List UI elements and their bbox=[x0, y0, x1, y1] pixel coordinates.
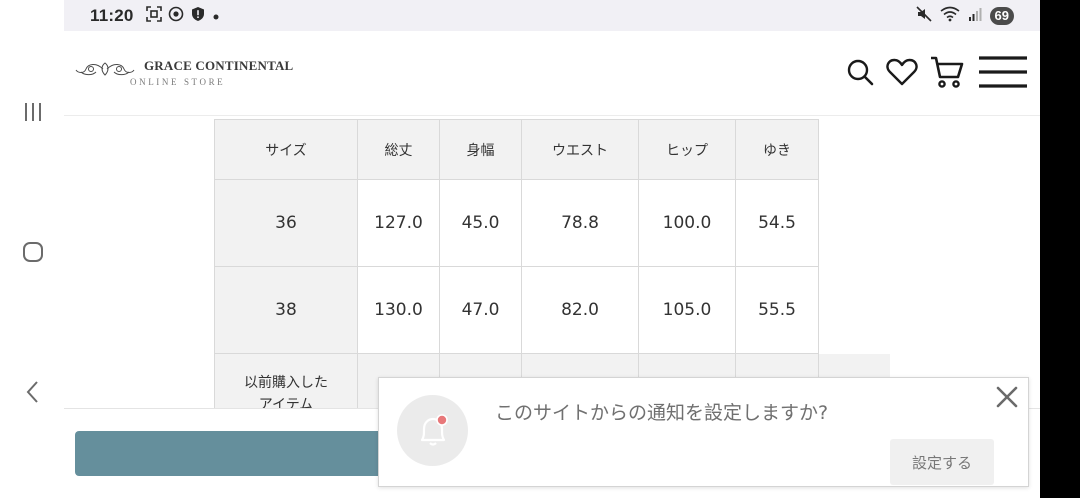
table-header-cell: 身幅 bbox=[439, 119, 522, 180]
home-icon[interactable] bbox=[18, 237, 48, 267]
status-system-icons: 69 bbox=[915, 0, 1014, 31]
table-header-cell: サイズ bbox=[214, 119, 358, 180]
table-cell: 54.5 bbox=[735, 179, 819, 267]
status-notification-icons bbox=[145, 5, 220, 26]
dot-icon bbox=[212, 6, 220, 25]
table-row: 38 130.0 47.0 82.0 105.0 55.5 bbox=[214, 266, 890, 354]
table-cell: 45.0 bbox=[439, 179, 522, 267]
table-cell: 100.0 bbox=[638, 179, 736, 267]
table-header-cell: ヒップ bbox=[638, 119, 736, 180]
header-actions bbox=[846, 55, 1028, 89]
signal-icon bbox=[968, 6, 982, 25]
table-cell: 55.5 bbox=[735, 266, 819, 354]
notification-prompt: このサイトからの通知を設定しますか? 設定する bbox=[378, 377, 1029, 487]
screen-edge bbox=[1040, 0, 1080, 498]
table-row-label: 38 bbox=[214, 266, 358, 354]
status-time: 11:20 bbox=[90, 5, 134, 25]
table-header-cell: ゆき bbox=[735, 119, 819, 180]
table-cell: 105.0 bbox=[638, 266, 736, 354]
table-cell: 130.0 bbox=[357, 266, 440, 354]
brand-subtitle: ONLINE STORE bbox=[130, 77, 226, 87]
table-row-label: 36 bbox=[214, 179, 358, 267]
shield-alert-icon bbox=[190, 6, 206, 26]
heart-icon[interactable] bbox=[886, 58, 918, 86]
notification-message: このサイトからの通知を設定しますか? bbox=[495, 402, 829, 424]
enable-notifications-button[interactable]: 設定する bbox=[890, 439, 994, 485]
recent-apps-icon[interactable] bbox=[18, 97, 48, 127]
cart-icon[interactable] bbox=[930, 55, 964, 89]
wifi-icon bbox=[940, 6, 960, 26]
table-header-cell: 総丈 bbox=[357, 119, 440, 180]
brand-name: GRACE CONTINENTAL bbox=[144, 58, 294, 73]
close-icon[interactable] bbox=[994, 384, 1020, 410]
screen: 11:20 69 GRACE CONTINENTAL ONLINE STORE … bbox=[0, 0, 1080, 498]
site-header: GRACE CONTINENTAL ONLINE STORE bbox=[64, 31, 1040, 116]
battery-indicator: 69 bbox=[989, 6, 1014, 25]
table-cell: 47.0 bbox=[439, 266, 522, 354]
table-header-row: サイズ 総丈 身幅 ウエスト ヒップ ゆき bbox=[214, 119, 890, 180]
notification-bell bbox=[397, 395, 468, 466]
table-header-cell: ウエスト bbox=[521, 119, 639, 180]
screenshot-icon bbox=[145, 5, 162, 26]
table-cell: 82.0 bbox=[521, 266, 639, 354]
status-bar: 11:20 69 bbox=[64, 0, 1040, 31]
menu-icon[interactable] bbox=[978, 55, 1028, 89]
table-cell: 127.0 bbox=[357, 179, 440, 267]
system-nav-rail bbox=[0, 0, 64, 498]
logo-ornament-icon bbox=[75, 62, 135, 76]
back-icon[interactable] bbox=[18, 377, 48, 407]
mute-icon bbox=[915, 5, 932, 26]
logo-text: GRACE CONTINENTAL ONLINE STORE bbox=[130, 58, 294, 87]
bell-icon bbox=[420, 413, 448, 446]
site-logo[interactable]: GRACE CONTINENTAL ONLINE STORE bbox=[74, 58, 293, 87]
table-cell: 78.8 bbox=[521, 179, 639, 267]
search-icon[interactable] bbox=[846, 58, 874, 86]
chrome-icon bbox=[168, 6, 184, 26]
table-row: 36 127.0 45.0 78.8 100.0 54.5 bbox=[214, 179, 890, 267]
